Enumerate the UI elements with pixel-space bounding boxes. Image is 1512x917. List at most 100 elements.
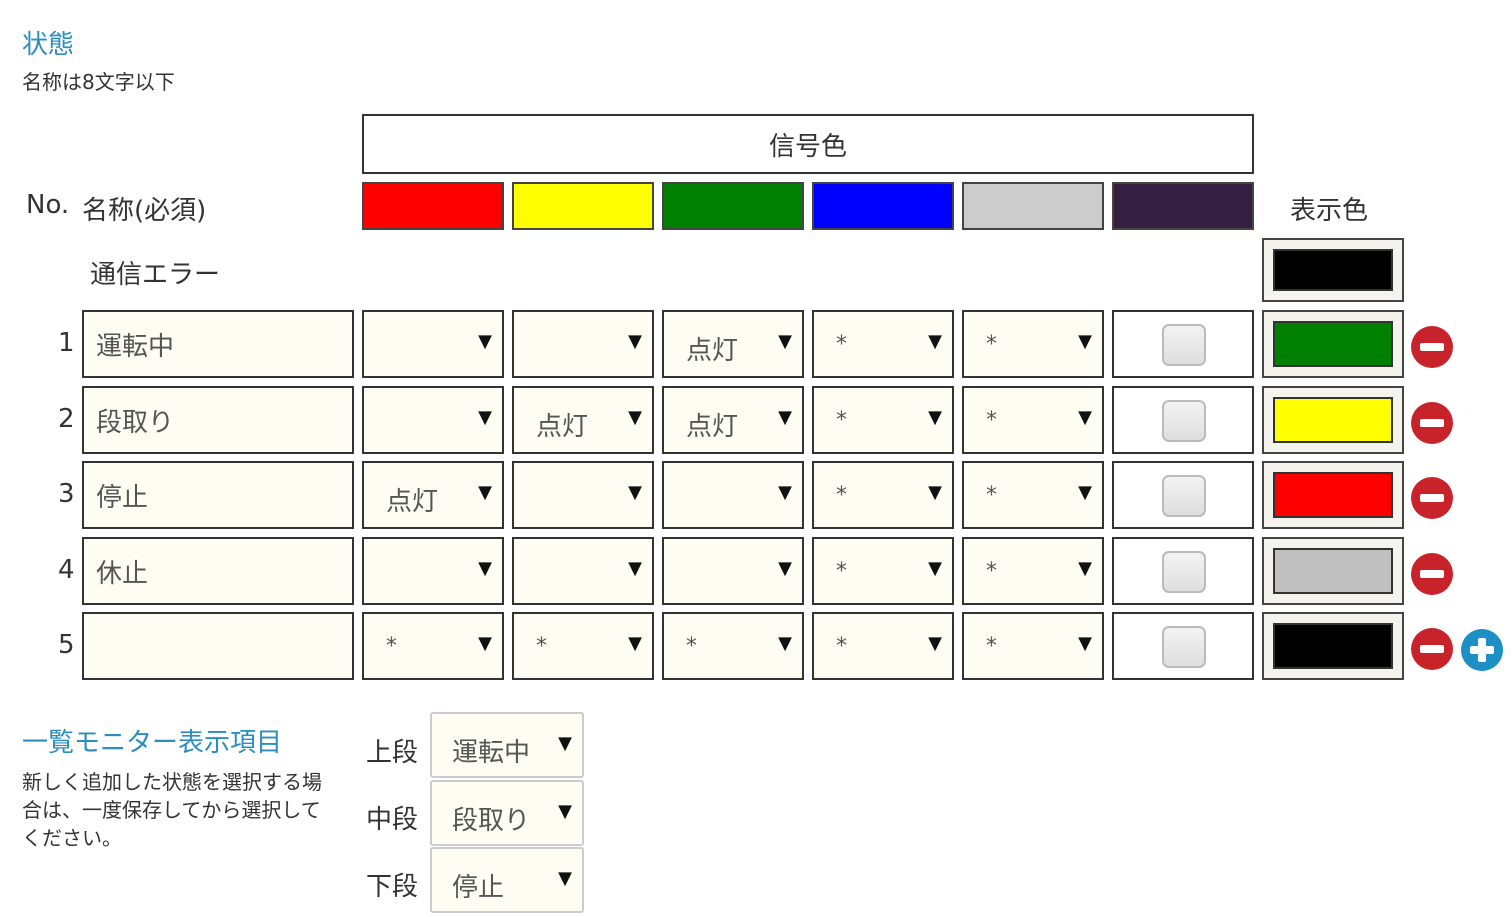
- signal-swatch-red: [362, 182, 504, 230]
- chevron-down-icon: ▼: [1078, 482, 1092, 503]
- signal-state-select[interactable]: 点灯 ▼: [662, 386, 804, 454]
- chevron-down-icon: ▼: [928, 633, 942, 654]
- signal-state-select[interactable]: 点灯 ▼: [662, 310, 804, 378]
- signal-state-select[interactable]: ▼: [362, 310, 504, 378]
- signal-state-value: *: [836, 408, 847, 433]
- chevron-down-icon: ▼: [478, 482, 492, 503]
- signal-state-select[interactable]: * ▼: [662, 612, 804, 680]
- signal-state-select[interactable]: 点灯 ▼: [362, 461, 504, 529]
- signal-state-value: *: [986, 634, 997, 659]
- signal-state-select[interactable]: * ▼: [362, 612, 504, 680]
- signal-state-value: *: [986, 483, 997, 508]
- chevron-down-icon: ▼: [1078, 558, 1092, 579]
- signal-color-header: 信号色: [362, 114, 1254, 174]
- remove-row-button[interactable]: [1411, 326, 1453, 368]
- signal-state-select[interactable]: * ▼: [962, 537, 1104, 605]
- monitor-label-top: 上段: [366, 738, 419, 768]
- row-number: 3: [58, 479, 75, 509]
- chevron-down-icon: ▼: [1078, 407, 1092, 428]
- display-color-fill: [1273, 397, 1393, 443]
- row-number: 1: [58, 328, 75, 358]
- signal-state-select[interactable]: ▼: [512, 461, 654, 529]
- monitor-select-value: 段取り: [452, 806, 531, 836]
- buzzer-checkbox-cell: [1112, 386, 1254, 454]
- chevron-down-icon: ▼: [478, 558, 492, 579]
- signal-state-value: 点灯: [386, 487, 439, 517]
- monitor-select-top[interactable]: 運転中 ▼: [430, 712, 584, 778]
- display-color-fill: [1273, 548, 1393, 594]
- status-name-input[interactable]: 休止: [82, 537, 354, 605]
- signal-state-select[interactable]: * ▼: [962, 461, 1104, 529]
- chevron-down-icon: ▼: [778, 407, 792, 428]
- remove-row-button[interactable]: [1411, 628, 1453, 670]
- remove-row-button[interactable]: [1411, 402, 1453, 444]
- buzzer-checkbox[interactable]: [1162, 475, 1206, 517]
- comm-error-label: 通信エラー: [90, 260, 221, 290]
- status-name-input[interactable]: 運転中: [82, 310, 354, 378]
- buzzer-checkbox-cell: [1112, 310, 1254, 378]
- buzzer-checkbox[interactable]: [1162, 400, 1206, 442]
- chevron-down-icon: ▼: [1078, 331, 1092, 352]
- monitor-select-middle[interactable]: 段取り ▼: [430, 780, 584, 846]
- signal-state-select[interactable]: 点灯 ▼: [512, 386, 654, 454]
- chevron-down-icon: ▼: [778, 633, 792, 654]
- chevron-down-icon: ▼: [628, 482, 642, 503]
- buzzer-checkbox-cell: [1112, 612, 1254, 680]
- signal-state-select[interactable]: * ▼: [962, 386, 1104, 454]
- signal-state-select[interactable]: ▼: [662, 537, 804, 605]
- signal-state-value: *: [836, 483, 847, 508]
- signal-swatch-blue: [812, 182, 954, 230]
- signal-state-select[interactable]: ▼: [512, 310, 654, 378]
- chevron-down-icon: ▼: [478, 407, 492, 428]
- column-name-label: 名称(必須): [82, 196, 207, 226]
- chevron-down-icon: ▼: [928, 331, 942, 352]
- chevron-down-icon: ▼: [558, 868, 572, 889]
- monitor-select-value: 停止: [452, 873, 505, 903]
- name-length-note: 名称は8文字以下: [22, 70, 175, 94]
- signal-state-select[interactable]: * ▼: [962, 310, 1104, 378]
- signal-state-select[interactable]: * ▼: [812, 612, 954, 680]
- signal-state-select[interactable]: * ▼: [962, 612, 1104, 680]
- signal-state-value: 点灯: [686, 336, 739, 366]
- chevron-down-icon: ▼: [628, 558, 642, 579]
- monitor-select-bottom[interactable]: 停止 ▼: [430, 847, 584, 913]
- status-name-input[interactable]: 停止: [82, 461, 354, 529]
- signal-state-select[interactable]: * ▼: [512, 612, 654, 680]
- buzzer-checkbox[interactable]: [1162, 626, 1206, 668]
- status-name-input[interactable]: 段取り: [82, 386, 354, 454]
- signal-swatch-buzzer: [1112, 182, 1254, 230]
- add-row-button[interactable]: [1461, 629, 1503, 671]
- display-color-fill: [1273, 623, 1393, 669]
- signal-state-value: *: [836, 634, 847, 659]
- signal-state-select[interactable]: ▼: [362, 386, 504, 454]
- signal-state-select[interactable]: * ▼: [812, 537, 954, 605]
- display-color-picker[interactable]: [1262, 386, 1404, 454]
- signal-state-value: *: [536, 634, 547, 659]
- display-color-fill: [1273, 321, 1393, 367]
- comm-error-display-color[interactable]: [1262, 238, 1404, 302]
- signal-state-select[interactable]: ▼: [512, 537, 654, 605]
- display-color-picker[interactable]: [1262, 461, 1404, 529]
- signal-state-select[interactable]: * ▼: [812, 310, 954, 378]
- signal-state-select[interactable]: ▼: [362, 537, 504, 605]
- monitor-note-line-2: 合は、一度保存してから選択して: [22, 798, 321, 822]
- display-color-picker[interactable]: [1262, 310, 1404, 378]
- status-name-input[interactable]: [82, 612, 354, 680]
- chevron-down-icon: ▼: [1078, 633, 1092, 654]
- chevron-down-icon: ▼: [478, 633, 492, 654]
- remove-row-button[interactable]: [1411, 553, 1453, 595]
- buzzer-checkbox[interactable]: [1162, 324, 1206, 366]
- display-color-picker[interactable]: [1262, 537, 1404, 605]
- signal-state-select[interactable]: ▼: [662, 461, 804, 529]
- remove-row-button[interactable]: [1411, 477, 1453, 519]
- signal-state-select[interactable]: * ▼: [812, 386, 954, 454]
- chevron-down-icon: ▼: [928, 482, 942, 503]
- signal-state-select[interactable]: * ▼: [812, 461, 954, 529]
- column-no-label: No.: [26, 190, 70, 220]
- signal-state-value: *: [686, 634, 697, 659]
- buzzer-checkbox-cell: [1112, 461, 1254, 529]
- buzzer-checkbox[interactable]: [1162, 551, 1206, 593]
- display-color-picker[interactable]: [1262, 612, 1404, 680]
- signal-state-value: *: [386, 634, 397, 659]
- chevron-down-icon: ▼: [628, 633, 642, 654]
